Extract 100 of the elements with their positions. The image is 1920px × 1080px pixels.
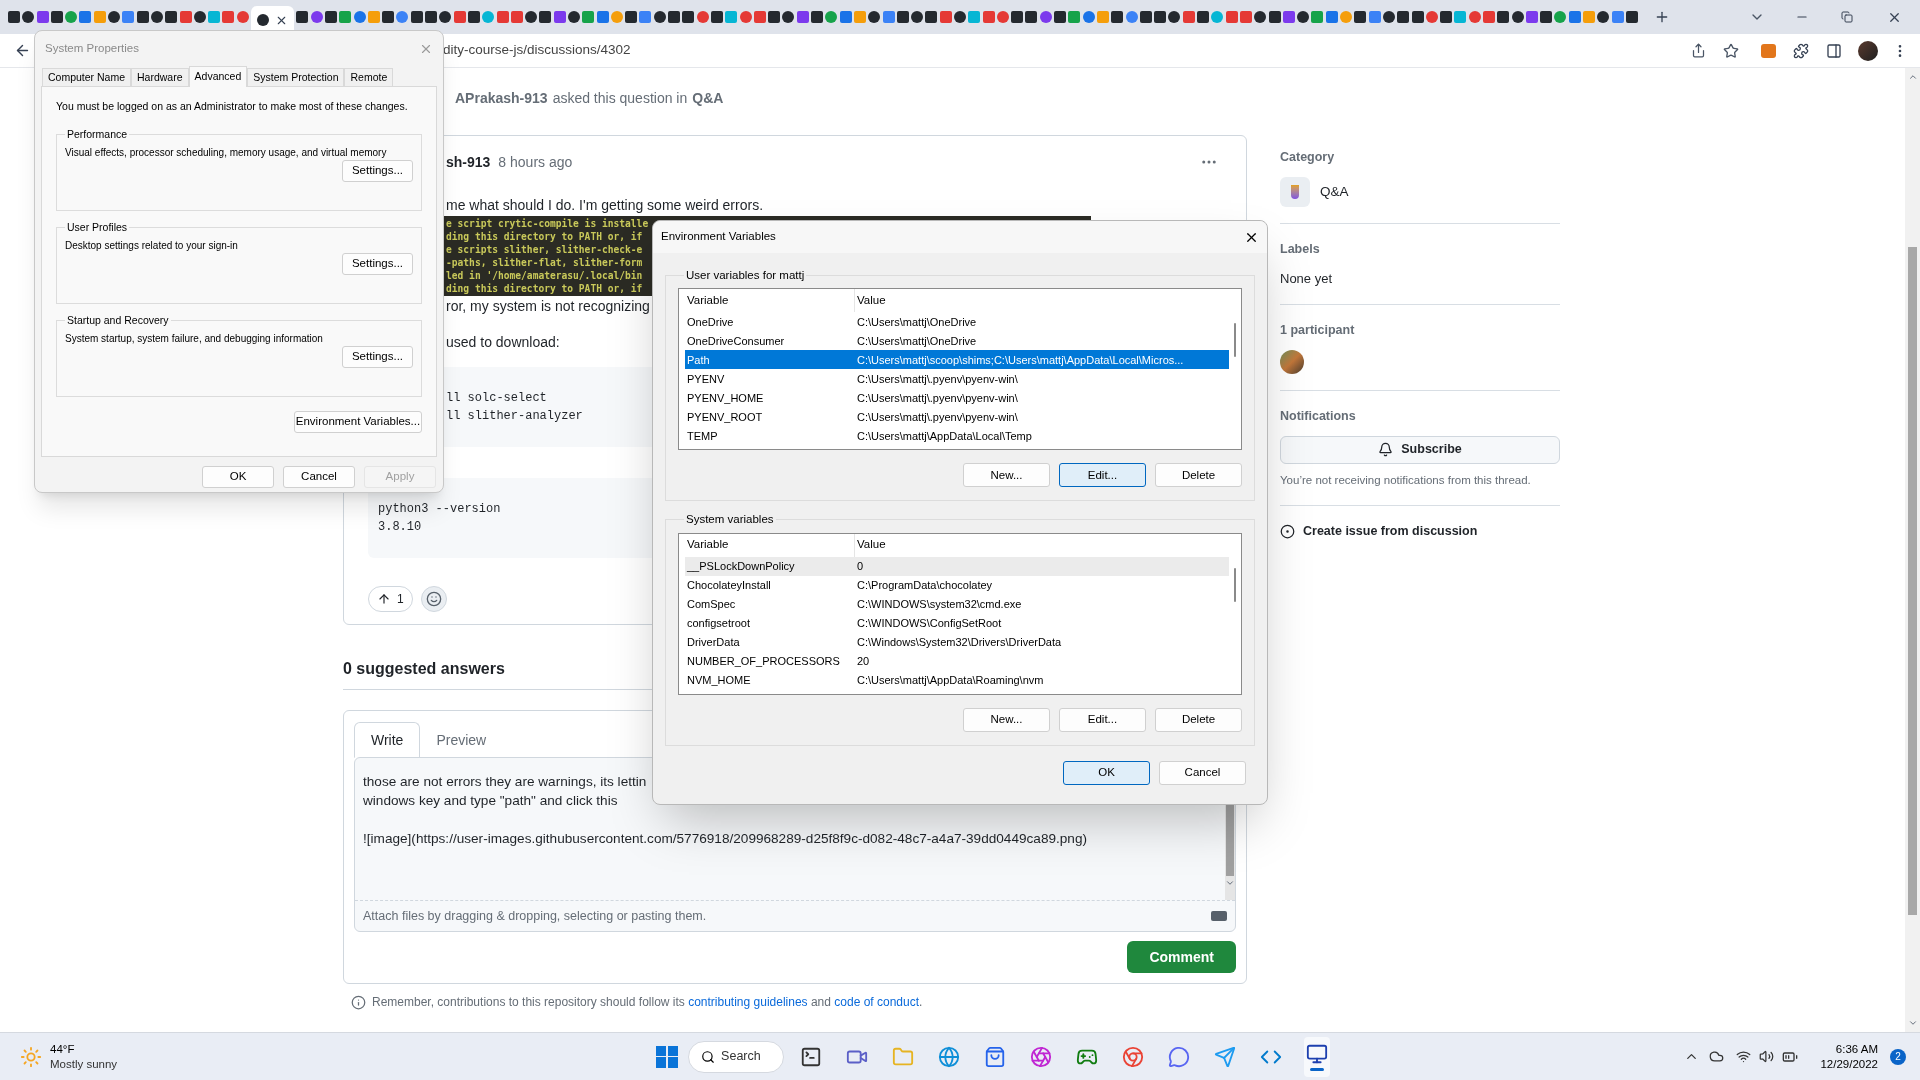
dialog-button[interactable]: New... — [963, 463, 1050, 488]
cloud-icon[interactable] — [1709, 1049, 1725, 1064]
attach-hint[interactable]: Attach files by dragging & dropping, selecting or pasting them. — [363, 906, 707, 926]
favicon-icon[interactable] — [425, 11, 437, 23]
favicon-icon[interactable] — [868, 11, 881, 23]
notification-badge[interactable]: 2 — [1890, 1048, 1906, 1065]
column-header[interactable]: Variable — [685, 289, 855, 313]
favicon-icon[interactable] — [382, 11, 395, 23]
favicon-icon[interactable] — [1354, 11, 1367, 23]
variable-row[interactable]: TEMP C:\Users\mattj\AppData\Local\Temp — [685, 426, 1229, 446]
favicon-icon[interactable] — [954, 11, 966, 23]
bookmark-star-icon[interactable] — [1723, 42, 1739, 59]
favicon-icon[interactable] — [925, 11, 938, 23]
favicon-icon[interactable] — [1411, 11, 1424, 23]
favicon-icon[interactable] — [193, 11, 206, 23]
favicon-icon[interactable] — [1397, 11, 1410, 23]
avatar[interactable] — [1280, 349, 1304, 374]
favicon-icon[interactable] — [1440, 11, 1453, 23]
favicon-icon[interactable] — [1011, 11, 1024, 23]
variable-row[interactable]: ChocolateyInstall C:\ProgramData\chocolatey — [685, 575, 1229, 595]
scroll-down-icon[interactable] — [1225, 878, 1235, 888]
dialog-button[interactable]: Cancel — [283, 466, 355, 488]
favicon-icon[interactable] — [324, 11, 337, 23]
favicon-icon[interactable] — [410, 11, 423, 23]
address-bar[interactable]: dity-course-js/discussions/4302 — [443, 40, 631, 61]
favicon-icon[interactable] — [1139, 11, 1152, 23]
column-header[interactable]: Value — [855, 533, 1229, 557]
favicon-icon[interactable] — [136, 11, 149, 23]
favicon-icon[interactable] — [668, 11, 681, 23]
favicon-icon[interactable] — [625, 11, 638, 23]
dialog-button[interactable]: Settings... — [342, 345, 413, 368]
scrollbar-thumb[interactable] — [1234, 323, 1236, 358]
favicon-icon[interactable] — [768, 11, 781, 23]
variable-row[interactable]: __PSLockDownPolicy 0 — [685, 556, 1229, 576]
favicon-icon[interactable] — [1497, 11, 1510, 23]
favicon-icon[interactable] — [525, 11, 538, 23]
favicon-icon[interactable] — [467, 11, 480, 23]
dialog-button[interactable]: New... — [963, 707, 1050, 732]
favicon-icon[interactable] — [1268, 11, 1281, 23]
scroll-up-icon[interactable] — [1907, 72, 1918, 82]
wifi-icon[interactable] — [1736, 1049, 1752, 1064]
add-reaction-button[interactable] — [420, 586, 447, 612]
volume-icon[interactable] — [1759, 1049, 1775, 1064]
favicon-icon[interactable] — [1168, 11, 1181, 23]
favicon-icon[interactable] — [439, 11, 452, 23]
variable-row[interactable]: NUMBER_OF_PROCESSORS 20 — [685, 651, 1229, 671]
favicon-icon[interactable] — [1597, 11, 1610, 23]
start-icon[interactable] — [656, 1045, 679, 1068]
dialog-button[interactable]: Cancel — [1159, 760, 1246, 785]
favicon-icon[interactable] — [682, 11, 695, 23]
dialog-button[interactable]: Environment Variables... — [294, 410, 422, 433]
favicon-icon[interactable] — [1025, 11, 1038, 23]
category-link[interactable]: Q&A — [692, 88, 724, 109]
favicon-icon[interactable] — [50, 11, 63, 23]
editor-tab[interactable]: Write — [354, 722, 421, 758]
avatar[interactable] — [1858, 40, 1878, 61]
favicon-icon[interactable] — [896, 11, 909, 23]
comment-button[interactable]: Comment — [1127, 941, 1236, 973]
favicon-icon[interactable] — [1197, 11, 1210, 23]
favicon-icon[interactable] — [653, 11, 666, 23]
dialog-button[interactable]: OK — [202, 466, 274, 488]
favicon-icon[interactable] — [1297, 11, 1310, 23]
favicon-icon[interactable] — [710, 11, 723, 23]
variable-row[interactable]: ComSpec C:\WINDOWS\system32\cmd.exe — [685, 594, 1229, 614]
favicon-icon[interactable] — [296, 11, 309, 23]
clock-time[interactable]: 6:36 AM — [1835, 1041, 1878, 1057]
share-icon[interactable] — [1691, 43, 1706, 58]
favicon-icon[interactable] — [150, 11, 163, 23]
favicon-icon[interactable] — [1154, 11, 1167, 23]
restore-icon[interactable] — [1841, 11, 1853, 23]
weather-condition[interactable]: Mostly sunny — [50, 1056, 118, 1072]
scrollbar-thumb[interactable] — [1234, 567, 1236, 602]
favicon-icon[interactable] — [811, 11, 824, 23]
variable-row[interactable]: OneDrive C:\Users\mattj\OneDrive — [685, 312, 1229, 332]
favicon-icon[interactable] — [1625, 11, 1638, 23]
favicon-icon[interactable] — [539, 11, 552, 23]
variable-row[interactable]: Path C:\Users\mattj\scoop\shims;C:\Users\mattj\AppData\Local\Micros... — [685, 350, 1229, 370]
back-icon[interactable] — [14, 42, 31, 59]
dialog-tab[interactable]: Advanced — [188, 66, 248, 87]
column-header[interactable]: Variable — [685, 533, 855, 557]
clock-date[interactable]: 12/29/2022 — [1820, 1056, 1878, 1072]
fox-extension-icon[interactable] — [1761, 43, 1776, 58]
favicon-icon[interactable] — [8, 11, 20, 23]
dialog-button[interactable]: Delete — [1155, 463, 1242, 488]
dialog-button[interactable]: Settings... — [342, 252, 413, 275]
dialog-button[interactable]: Delete — [1155, 707, 1242, 732]
favicon-icon[interactable] — [1254, 11, 1267, 23]
taskbar-app[interactable] — [1304, 1036, 1331, 1077]
variable-row[interactable]: PYENV_HOME C:\Users\mattj\.pyenv\pyenv-win\ — [685, 388, 1229, 408]
dialog-button[interactable]: Edit... — [1059, 707, 1146, 732]
favicon-icon[interactable] — [568, 11, 580, 23]
favicon-icon[interactable] — [1540, 11, 1553, 23]
side-panel-icon[interactable] — [1826, 42, 1842, 59]
create-issue-link[interactable]: Create issue from discussion — [1303, 521, 1478, 541]
weather-temperature[interactable]: 44°F — [50, 1041, 118, 1057]
favicon-icon[interactable] — [1511, 11, 1524, 23]
variable-row[interactable]: OneDriveConsumer C:\Users\mattj\OneDrive — [685, 331, 1229, 351]
favicon-icon[interactable] — [1111, 11, 1124, 23]
variable-row[interactable]: configsetroot C:\WINDOWS\ConfigSetRoot — [685, 613, 1229, 633]
variable-row[interactable]: NVM_HOME C:\Users\mattj\AppData\Roaming\nvm — [685, 670, 1229, 690]
